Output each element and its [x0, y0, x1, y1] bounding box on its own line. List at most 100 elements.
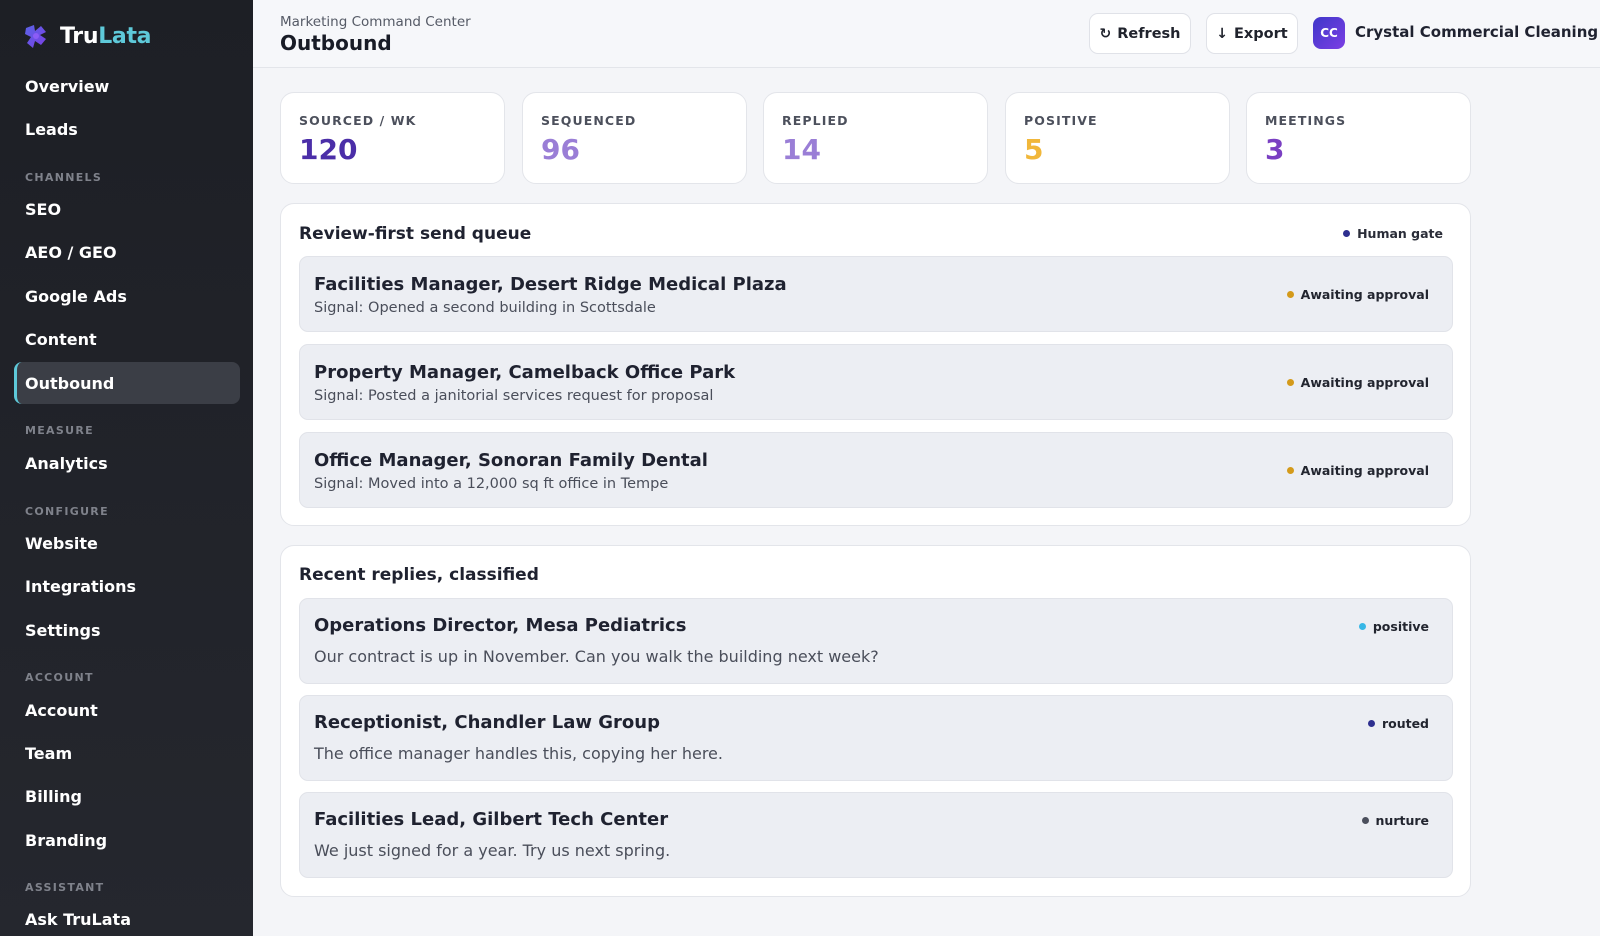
- kpi-card-sourced: SOURCED / WK 120: [280, 92, 505, 184]
- nav-section-assistant: ASSISTANT: [25, 881, 105, 894]
- queue-item-title: Office Manager, Sonoran Family Dental: [314, 450, 708, 471]
- nav-section-account: ACCOUNT: [25, 671, 94, 684]
- account-avatar[interactable]: CC: [1313, 17, 1345, 49]
- nav-item-settings[interactable]: Settings: [14, 609, 240, 651]
- kpi-value: 5: [1024, 133, 1044, 166]
- nav-item-label: Analytics: [25, 453, 108, 473]
- nav-item-ask-trulata[interactable]: Ask TruLata: [14, 898, 240, 936]
- kpi-card-sequenced: SEQUENCED 96: [522, 92, 747, 184]
- refresh-icon: ↻: [1099, 25, 1112, 42]
- nav-item-account[interactable]: Account: [14, 689, 240, 731]
- nav-item-label: Billing: [25, 786, 82, 806]
- reply-item[interactable]: Facilities Lead, Gilbert Tech Center We …: [299, 792, 1453, 878]
- export-button[interactable]: ↓ Export: [1206, 13, 1298, 54]
- kpi-card-meetings: MEETINGS 3: [1246, 92, 1471, 184]
- nav-item-label: Google Ads: [25, 286, 127, 306]
- nav-item-label: Branding: [25, 830, 108, 850]
- reply-item-message: Our contract is up in November. Can you …: [314, 647, 879, 666]
- nav-item-branding[interactable]: Branding: [14, 819, 240, 861]
- status-badge: nurture: [1361, 813, 1429, 828]
- nav-item-content[interactable]: Content: [14, 318, 240, 360]
- nav-section-configure: CONFIGURE: [25, 505, 109, 518]
- kpi-value: 14: [782, 133, 821, 166]
- queue-item-signal: Signal: Moved into a 12,000 sq ft office…: [314, 476, 669, 492]
- queue-item[interactable]: Property Manager, Camelback Office Park …: [299, 344, 1453, 420]
- kpi-label: POSITIVE: [1024, 113, 1098, 128]
- status-badge: Awaiting approval: [1286, 375, 1429, 390]
- reply-item-title: Facilities Lead, Gilbert Tech Center: [314, 809, 669, 830]
- nav-item-label: Team: [25, 743, 73, 763]
- kpi-card-positive: POSITIVE 5: [1005, 92, 1230, 184]
- status-dot-icon: [1286, 379, 1294, 386]
- queue-item[interactable]: Facilities Manager, Desert Ridge Medical…: [299, 256, 1453, 332]
- refresh-button[interactable]: ↻ Refresh: [1089, 13, 1191, 54]
- nav-item-integrations[interactable]: Integrations: [14, 565, 240, 607]
- nav-item-website[interactable]: Website: [14, 522, 240, 564]
- reply-item-message: We just signed for a year. Try us next s…: [314, 841, 671, 860]
- sidebar: TruLata Overview Leads CHANNELS SEO AEO …: [0, 0, 253, 936]
- queue-item[interactable]: Office Manager, Sonoran Family Dental Si…: [299, 432, 1453, 508]
- status-badge: Awaiting approval: [1286, 287, 1429, 302]
- status-dot-icon: [1361, 817, 1369, 824]
- nav-section-measure: MEASURE: [25, 424, 94, 437]
- kpi-label: MEETINGS: [1265, 113, 1347, 128]
- nav-section-channels: CHANNELS: [25, 171, 103, 184]
- status-badge: positive: [1358, 619, 1429, 634]
- queue-item-signal: Signal: Posted a janitorial services req…: [314, 388, 714, 404]
- status-dot-icon: [1286, 291, 1294, 298]
- kpi-value: 120: [299, 133, 358, 166]
- nav-item-label: Account: [25, 700, 98, 720]
- refresh-label: Refresh: [1117, 25, 1181, 42]
- kpi-value: 96: [541, 133, 580, 166]
- status-dot-icon: [1286, 467, 1294, 474]
- nav-item-aeo-geo[interactable]: AEO / GEO: [14, 231, 240, 273]
- reply-item-title: Receptionist, Chandler Law Group: [314, 712, 660, 733]
- recent-replies-panel: Recent replies, classified Operations Di…: [280, 545, 1471, 897]
- nav-item-google-ads[interactable]: Google Ads: [14, 275, 240, 317]
- nav-item-label: Content: [25, 329, 97, 349]
- kpi-label: SEQUENCED: [541, 113, 637, 128]
- status-dot-icon: [1367, 720, 1375, 727]
- send-queue-panel: Review-first send queue Human gate Facil…: [280, 203, 1471, 526]
- queue-item-title: Facilities Manager, Desert Ridge Medical…: [314, 274, 787, 295]
- nav-item-label: Integrations: [25, 576, 137, 596]
- panel-title: Recent replies, classified: [299, 565, 539, 585]
- nav-item-billing[interactable]: Billing: [14, 775, 240, 817]
- nav-item-label: Settings: [25, 620, 101, 640]
- kpi-value: 3: [1265, 133, 1285, 166]
- reply-item[interactable]: Operations Director, Mesa Pediatrics Our…: [299, 598, 1453, 684]
- kpi-label: REPLIED: [782, 113, 849, 128]
- human-gate-badge: Human gate: [1343, 226, 1443, 241]
- puzzle-mark-icon: [25, 25, 46, 48]
- status-badge: Awaiting approval: [1286, 463, 1429, 478]
- nav-item-team[interactable]: Team: [14, 732, 240, 774]
- reply-item-message: The office manager handles this, copying…: [314, 744, 723, 763]
- page-title: Outbound: [280, 31, 392, 55]
- arrow-down-icon: ↓: [1216, 25, 1229, 42]
- reply-item[interactable]: Receptionist, Chandler Law Group The off…: [299, 695, 1453, 781]
- status-dot-icon: [1343, 230, 1351, 237]
- brand-name: TruLata: [60, 23, 152, 49]
- queue-item-title: Property Manager, Camelback Office Park: [314, 362, 736, 383]
- nav-item-label: SEO: [25, 199, 62, 219]
- kpi-card-replied: REPLIED 14: [763, 92, 988, 184]
- nav-item-outbound[interactable]: Outbound: [14, 362, 240, 404]
- status-dot-icon: [1358, 623, 1366, 630]
- breadcrumb: Marketing Command Center: [280, 14, 471, 30]
- brand-logo[interactable]: TruLata: [22, 22, 152, 50]
- top-header: Marketing Command Center Outbound ↻ Refr…: [253, 0, 1600, 68]
- queue-item-signal: Signal: Opened a second building in Scot…: [314, 300, 656, 316]
- nav-item-label: Leads: [25, 119, 78, 139]
- panel-title: Review-first send queue: [299, 224, 532, 244]
- nav-item-overview[interactable]: Overview: [14, 65, 240, 107]
- nav-item-label: Website: [25, 533, 98, 553]
- account-name[interactable]: Crystal Commercial Cleaning: [1355, 23, 1598, 41]
- kpi-label: SOURCED / WK: [299, 113, 417, 128]
- nav-item-analytics[interactable]: Analytics: [14, 442, 240, 484]
- nav-item-leads[interactable]: Leads: [14, 108, 240, 150]
- export-label: Export: [1234, 25, 1288, 42]
- nav-item-label: Outbound: [25, 373, 115, 393]
- nav-item-seo[interactable]: SEO: [14, 188, 240, 230]
- nav-item-label: Overview: [25, 76, 110, 96]
- nav-item-label: Ask TruLata: [25, 909, 131, 929]
